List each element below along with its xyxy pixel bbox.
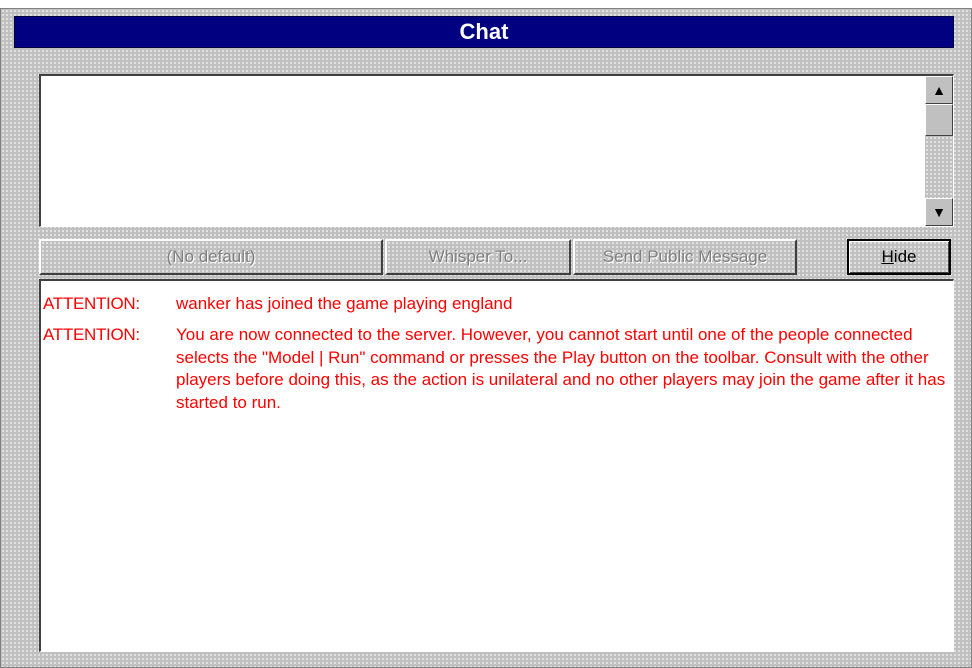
hide-label-mnemonic: H (881, 247, 894, 266)
message-label: ATTENTION: (43, 294, 140, 313)
default-recipient-button[interactable]: (No default) (39, 239, 383, 275)
scroll-down-button[interactable]: ▼ (925, 198, 953, 226)
vertical-scrollbar[interactable]: ▲ ▼ (925, 76, 953, 226)
background-window-edge (0, 0, 972, 8)
chat-history-pane[interactable]: ▲ ▼ (39, 74, 954, 227)
hide-button[interactable]: Hide (847, 239, 951, 275)
arrow-down-icon: ▼ (932, 204, 946, 220)
scroll-thumb[interactable] (925, 104, 953, 136)
message-log[interactable]: ATTENTION: wanker has joined the game pl… (39, 279, 954, 652)
chat-window: Chat ▲ ▼ (No default) Whisper To... Send… (0, 8, 972, 668)
message-item: ATTENTION: wanker has joined the game pl… (43, 293, 948, 316)
message-text: wanker has joined the game playing engla… (176, 294, 513, 313)
message-item: ATTENTION: You are now connected to the … (43, 324, 948, 414)
message-label: ATTENTION: (43, 325, 140, 344)
message-text: You are now connected to the server. How… (176, 325, 946, 412)
scroll-up-button[interactable]: ▲ (925, 76, 953, 104)
arrow-up-icon: ▲ (932, 82, 946, 98)
whisper-to-button[interactable]: Whisper To... (385, 239, 571, 275)
send-public-message-button[interactable]: Send Public Message (573, 239, 797, 275)
window-title: Chat (14, 16, 954, 48)
hide-label-rest: ide (893, 247, 917, 266)
